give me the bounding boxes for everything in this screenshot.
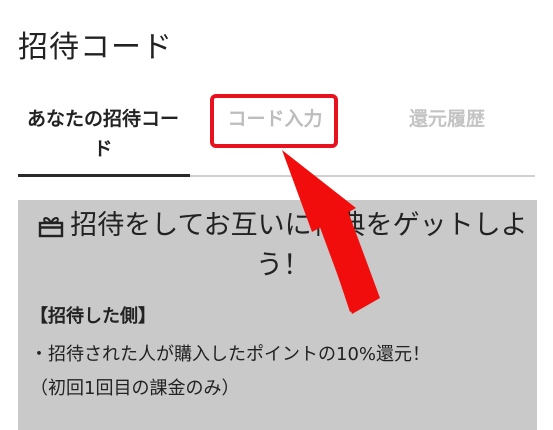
- card-headline-wrapper: 招待をしてお互いに特典をゲットしよう！: [38, 208, 528, 284]
- active-tab-indicator: [18, 174, 190, 177]
- reward-note: （初回1回目の課金のみ）: [30, 378, 240, 399]
- highlight-box: [210, 94, 338, 148]
- tab-divider: [190, 175, 535, 177]
- section-label-inviter: 【招待した側】: [30, 306, 156, 327]
- reward-bullet: ・招待された人が購入したポイントの10%還元！: [30, 344, 431, 365]
- tab-my-invite-code[interactable]: あなたの招待コード: [18, 104, 188, 164]
- gift-icon: [38, 212, 64, 248]
- card-headline: 招待をしてお互いに特典をゲットしよう！: [70, 210, 528, 281]
- page-title: 招待コード: [18, 30, 173, 65]
- tab-reward-history[interactable]: 還元履歴: [372, 104, 522, 134]
